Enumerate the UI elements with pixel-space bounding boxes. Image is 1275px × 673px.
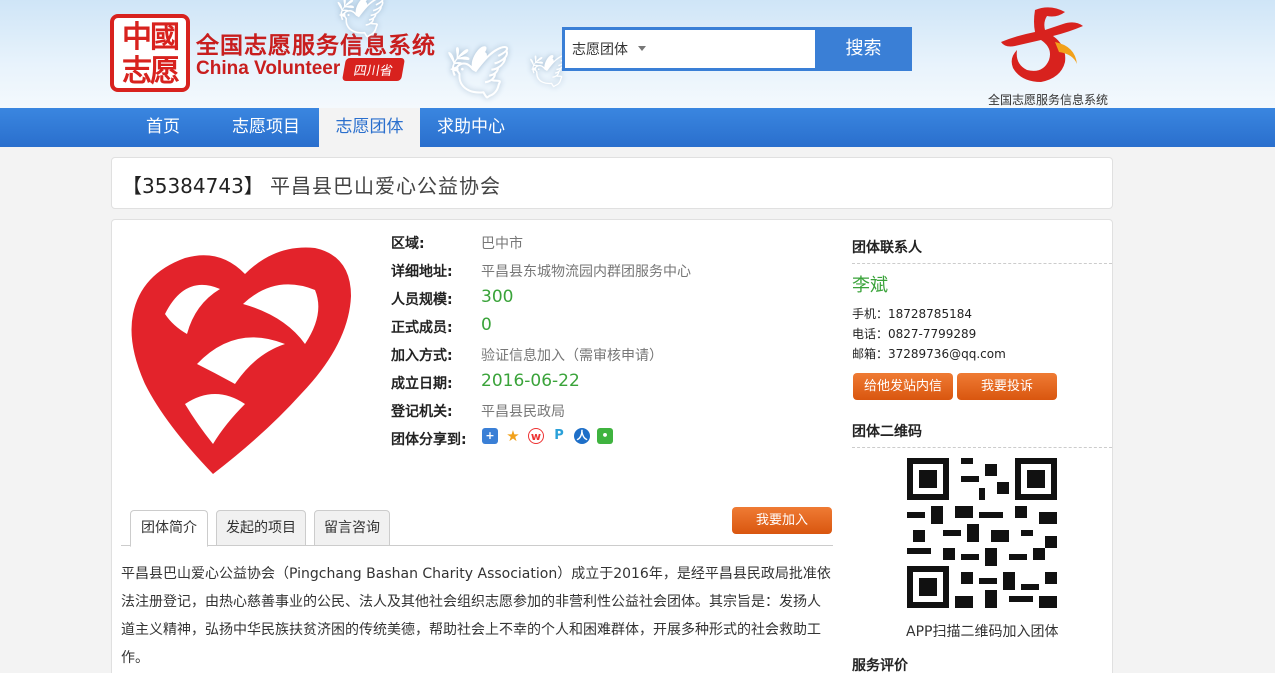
field-label: 成立日期: bbox=[391, 376, 453, 392]
wechat-icon[interactable]: • bbox=[597, 428, 613, 444]
field-label: 人员规模: bbox=[391, 292, 453, 308]
qzone-icon[interactable]: + bbox=[482, 428, 498, 444]
nav-item-home[interactable]: 首页 bbox=[128, 108, 198, 147]
search-button[interactable]: 搜索 bbox=[815, 27, 912, 71]
tab-projects[interactable]: 发起的项目 bbox=[216, 510, 306, 546]
contact-name: 李斌 bbox=[852, 275, 888, 296]
dove-icon: 🕊 bbox=[445, 43, 512, 103]
org-heart-logo bbox=[131, 247, 351, 474]
field-value: 平昌县民政局 bbox=[481, 404, 565, 420]
field-value: 巴中市 bbox=[481, 236, 523, 252]
chevron-down-icon[interactable] bbox=[638, 46, 646, 51]
field-value: 平昌县东城物流园内群团服务中心 bbox=[481, 264, 691, 280]
rating-heading: 服务评价 bbox=[852, 658, 908, 673]
contact-email: 邮箱：37289736@qq.com bbox=[852, 347, 1006, 361]
field-label: 详细地址: bbox=[391, 264, 453, 280]
field-label: 登记机关: bbox=[391, 404, 453, 420]
main-nav: 首页 志愿项目 志愿团体 求助中心 bbox=[0, 108, 1275, 147]
contact-mobile: 手机：18728785184 bbox=[852, 307, 972, 321]
field-value: 2016-06-22 bbox=[481, 371, 580, 391]
field-label: 正式成员: bbox=[391, 320, 453, 336]
qr-caption: APP扫描二维码加入团体 bbox=[906, 624, 1059, 640]
dove-icon: 🕊 bbox=[335, 0, 386, 41]
tab-messages[interactable]: 留言咨询 bbox=[314, 510, 390, 546]
field-label: 区域: bbox=[391, 236, 425, 252]
volunteer-zhi-logo-icon[interactable] bbox=[995, 2, 1095, 90]
tab-intro[interactable]: 团体简介 bbox=[130, 510, 208, 547]
qr-code bbox=[907, 458, 1057, 608]
field-value: 0 bbox=[481, 315, 492, 335]
send-message-button[interactable]: 给他发站内信 bbox=[853, 373, 953, 400]
qr-heading: 团体二维码 bbox=[852, 421, 1112, 448]
nav-item-groups[interactable]: 志愿团体 bbox=[319, 108, 420, 147]
join-button[interactable]: 我要加入 bbox=[732, 507, 832, 534]
nav-item-projects[interactable]: 志愿项目 bbox=[220, 108, 312, 147]
search-category-select[interactable]: 志愿团体 bbox=[572, 39, 628, 59]
favorite-icon[interactable]: ★ bbox=[505, 428, 521, 444]
weibo-icon[interactable]: w bbox=[528, 428, 544, 444]
field-label: 加入方式: bbox=[391, 348, 453, 364]
renren-icon[interactable]: 人 bbox=[574, 428, 590, 444]
org-title-panel: 【35384743】 平昌县巴山爱心公益协会 bbox=[111, 157, 1113, 209]
site-title: 全国志愿服务信息系统 bbox=[196, 33, 436, 59]
share-label: 团体分享到: bbox=[391, 432, 467, 448]
org-intro-text: 平昌县巴山爱心公益协会（Pingchang Bashan Charity Ass… bbox=[121, 566, 831, 666]
contact-heading: 团体联系人 bbox=[852, 237, 1112, 264]
nav-item-help[interactable]: 求助中心 bbox=[425, 108, 517, 147]
site-header: 中國 志愿 全国志愿服务信息系统 China Volunteer 四川省 🕊 🕊 … bbox=[0, 0, 1275, 108]
contact-phone: 电话：0827-7799289 bbox=[852, 327, 977, 341]
china-volunteer-seal-logo[interactable]: 中國 志愿 bbox=[110, 14, 190, 92]
field-value: 300 bbox=[481, 287, 514, 307]
field-value: 验证信息加入（需审核申请） bbox=[481, 348, 663, 364]
right-logo-caption: 全国志愿服务信息系统 bbox=[988, 93, 1109, 107]
province-badge: 四川省 bbox=[341, 58, 406, 81]
org-name: 平昌县巴山爱心公益协会 bbox=[270, 174, 501, 198]
site-subtitle: China Volunteer bbox=[196, 58, 341, 79]
org-id: 【35384743】 bbox=[122, 174, 264, 198]
pengyou-icon[interactable]: P bbox=[551, 428, 567, 444]
complain-button[interactable]: 我要投诉 bbox=[957, 373, 1057, 400]
